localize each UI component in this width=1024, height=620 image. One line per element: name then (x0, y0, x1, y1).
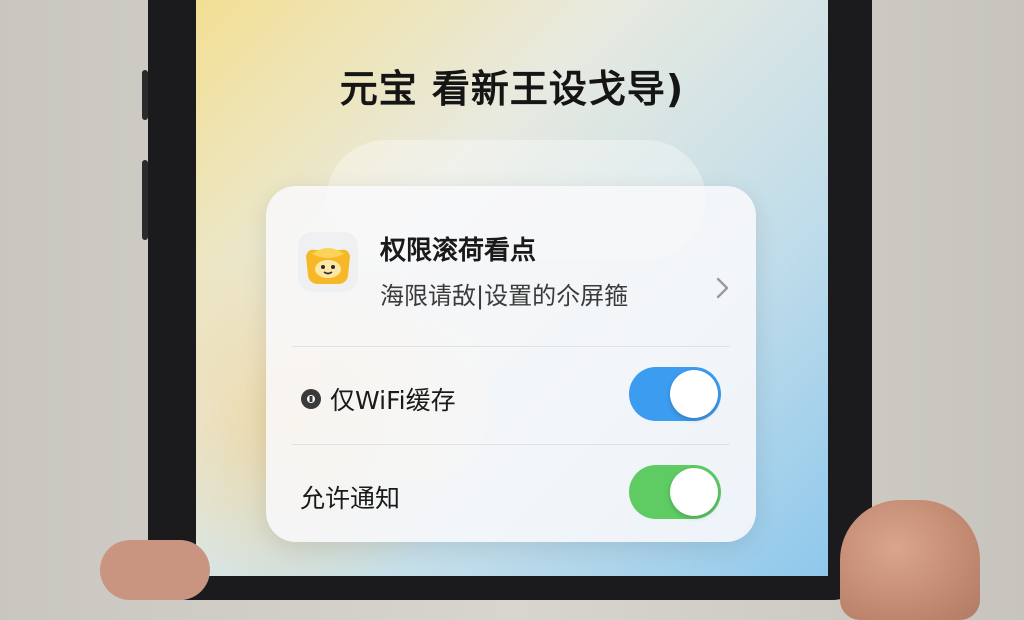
notification-row: 允许通知 (266, 445, 756, 541)
permission-subtitle: 海限请敌|设置的尒屏箍 (380, 282, 629, 310)
notification-label-group: 允许通知 (300, 479, 400, 515)
notification-toggle[interactable] (629, 465, 721, 519)
chevron-right-icon (716, 277, 729, 299)
info-icon (301, 389, 321, 409)
toggle-knob (670, 370, 718, 418)
wifi-cache-row: 仅WiFi缓存 (266, 347, 756, 443)
permission-card: 权限滚荷看点 海限请敌|设置的尒屏箍 仅WiFi缓存 允许通知 (266, 186, 756, 542)
gold-ingot-mascot-icon (298, 232, 358, 292)
permission-row[interactable]: 权限滚荷看点 海限请敌|设置的尒屏箍 (266, 186, 756, 346)
finger (100, 540, 210, 600)
permission-title: 权限滚荷看点 (380, 236, 537, 266)
wifi-cache-label-group: 仅WiFi缓存 (300, 381, 456, 417)
phone-side-button (142, 70, 148, 120)
toggle-knob (670, 468, 718, 516)
notification-label: 允许通知 (300, 484, 401, 513)
page-title: 元宝 看新王设戈导) (339, 67, 685, 111)
thumb (840, 500, 980, 620)
phone-volume-button (142, 160, 148, 240)
wifi-cache-label: 仅WiFi缓存 (330, 386, 456, 415)
wifi-cache-toggle[interactable] (629, 367, 721, 421)
